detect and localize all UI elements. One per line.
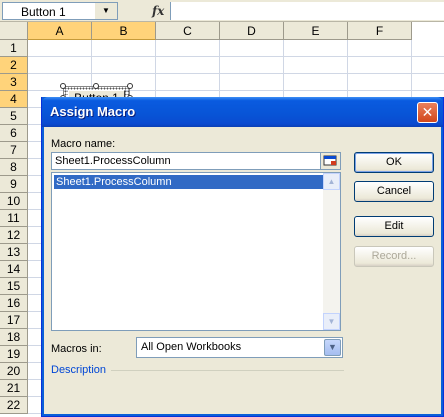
close-icon: ✕ (421, 104, 434, 120)
resize-handle[interactable] (93, 83, 99, 89)
column-header[interactable]: E (284, 22, 348, 40)
chevron-down-icon[interactable]: ▼ (324, 339, 341, 356)
row-header[interactable]: 7 (0, 142, 28, 159)
macro-list[interactable]: Sheet1.ProcessColumn ▲ ▼ (51, 172, 341, 331)
column-header[interactable]: F (348, 22, 412, 40)
row-header[interactable]: 17 (0, 312, 28, 329)
scroll-up-icon[interactable]: ▲ (323, 173, 340, 190)
description-divider (111, 370, 344, 371)
row-header[interactable]: 8 (0, 159, 28, 176)
row-header[interactable]: 18 (0, 329, 28, 346)
collapse-dialog-button[interactable] (320, 152, 341, 170)
dialog-title: Assign Macro (50, 104, 136, 119)
name-box-value: Button 1 (21, 5, 66, 19)
chevron-down-icon[interactable]: ▼ (95, 3, 117, 19)
row-header[interactable]: 10 (0, 193, 28, 210)
macro-name-label: Macro name: (51, 138, 116, 150)
row-header[interactable]: 21 (0, 380, 28, 397)
macro-name-input[interactable]: Sheet1.ProcessColumn (51, 152, 341, 170)
close-button[interactable]: ✕ (417, 102, 438, 123)
formula-bar: Button 1 ▼ fx (0, 0, 444, 22)
scrollbar[interactable]: ▲ ▼ (323, 173, 340, 330)
resize-handle[interactable] (127, 83, 133, 89)
row-header[interactable]: 6 (0, 125, 28, 142)
macros-in-select[interactable]: All Open Workbooks ▼ (136, 337, 343, 358)
select-all-corner[interactable] (0, 22, 28, 40)
dialog-body: Macro name: Sheet1.ProcessColumn Sheet1.… (45, 127, 440, 413)
insert-function-icon[interactable]: fx (152, 2, 172, 20)
record-button: Record... (354, 246, 434, 267)
macros-in-label: Macros in: (51, 343, 102, 355)
range-select-icon (323, 155, 337, 166)
row-header[interactable]: 20 (0, 363, 28, 380)
row-header[interactable]: 2 (0, 57, 28, 74)
dialog-title-bar[interactable]: Assign Macro ✕ (42, 97, 443, 127)
row-header[interactable]: 5 (0, 108, 28, 125)
formula-input[interactable] (170, 2, 444, 20)
ok-button[interactable]: OK (354, 152, 434, 173)
row-header[interactable]: 4 (0, 91, 28, 108)
row-header[interactable]: 19 (0, 346, 28, 363)
assign-macro-dialog: Assign Macro ✕ Macro name: Sheet1.Proces… (41, 97, 444, 417)
row-header[interactable]: 9 (0, 176, 28, 193)
row-header[interactable]: 3 (0, 74, 28, 91)
row-header[interactable]: 22 (0, 397, 28, 414)
row-header[interactable]: 14 (0, 261, 28, 278)
macros-in-value: All Open Workbooks (141, 341, 242, 353)
edit-button[interactable]: Edit (354, 216, 434, 237)
scroll-down-icon[interactable]: ▼ (323, 313, 340, 330)
row-header[interactable]: 11 (0, 210, 28, 227)
resize-handle[interactable] (60, 83, 66, 89)
row-header[interactable]: 13 (0, 244, 28, 261)
list-item[interactable]: Sheet1.ProcessColumn (54, 175, 323, 189)
column-header[interactable]: A (28, 22, 92, 40)
column-header[interactable]: D (220, 22, 284, 40)
cancel-button[interactable]: Cancel (354, 181, 434, 202)
column-header[interactable]: B (92, 22, 156, 40)
row-header[interactable]: 16 (0, 295, 28, 312)
column-header[interactable]: C (156, 22, 220, 40)
row-header[interactable]: 1 (0, 40, 28, 57)
row-header[interactable]: 15 (0, 278, 28, 295)
row-header[interactable]: 12 (0, 227, 28, 244)
description-label: Description (51, 364, 107, 376)
name-box[interactable]: Button 1 ▼ (2, 2, 118, 20)
